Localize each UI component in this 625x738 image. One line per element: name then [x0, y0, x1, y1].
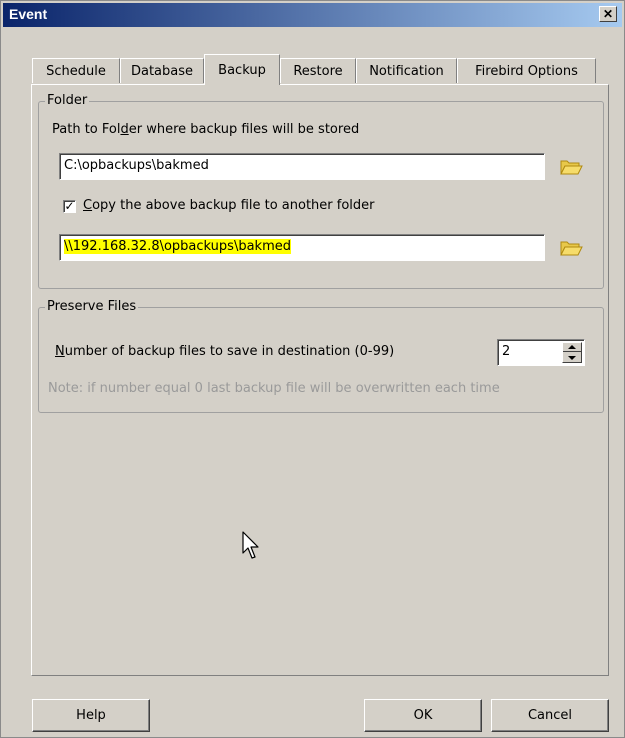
close-button[interactable]: ✕	[599, 6, 617, 22]
arrow-down-icon	[568, 355, 576, 360]
tab-schedule[interactable]: Schedule	[32, 58, 120, 83]
tab-notification[interactable]: Notification	[356, 58, 457, 83]
copy-path-input[interactable]: \\192.168.32.8\opbackups\bakmed	[59, 234, 545, 261]
tab-label: Restore	[293, 63, 343, 79]
folder-group-legend: Folder	[45, 93, 90, 108]
help-button[interactable]: Help	[32, 699, 150, 732]
tab-label: Backup	[218, 62, 266, 78]
close-icon: ✕	[602, 7, 614, 21]
spin-up-button[interactable]	[563, 343, 581, 352]
copy-path-value: \\192.168.32.8\opbackups\bakmed	[64, 239, 291, 254]
cancel-button-label: Cancel	[527, 708, 573, 723]
backup-count-value: 2	[502, 344, 511, 359]
window-title: Event	[9, 6, 48, 22]
tab-label: Notification	[369, 63, 444, 79]
copy-checkbox-label[interactable]: Copy the above backup file to another fo…	[83, 198, 375, 213]
spinner-buttons	[562, 342, 582, 363]
title-bar[interactable]: Event ✕	[3, 3, 622, 27]
folder-open-icon[interactable]	[559, 238, 583, 258]
ok-button[interactable]: OK	[364, 699, 482, 732]
backup-path-input[interactable]: C:\opbackups\bakmed	[59, 153, 545, 180]
cancel-button[interactable]: Cancel	[491, 699, 609, 732]
copy-checkbox[interactable]: ✓	[63, 200, 76, 213]
preserve-files-legend: Preserve Files	[45, 299, 139, 314]
tab-firebird-options[interactable]: Firebird Options	[457, 58, 596, 83]
tab-label: Schedule	[46, 63, 106, 79]
help-button-label: Help	[76, 708, 106, 723]
event-dialog: Event ✕ Schedule Database Backup Restore…	[0, 0, 625, 738]
note-text: Note: if number equal 0 last backup file…	[48, 381, 500, 396]
preserve-files-group: Preserve Files Number of backup files to…	[38, 299, 604, 413]
backup-count-spinner[interactable]: 2	[497, 339, 585, 366]
spin-down-button[interactable]	[563, 353, 581, 362]
mouse-cursor-icon	[242, 531, 259, 559]
tab-backup[interactable]: Backup	[204, 54, 280, 85]
tab-label: Firebird Options	[475, 63, 578, 79]
ok-button-label: OK	[413, 708, 433, 723]
tab-label: Database	[130, 63, 194, 79]
backup-count-label: Number of backup files to save in destin…	[55, 344, 395, 359]
tab-database[interactable]: Database	[120, 58, 204, 83]
arrow-up-icon	[568, 345, 576, 349]
folder-group: Folder Path to Folder where backup files…	[38, 93, 604, 289]
backup-tab-panel: Folder Path to Folder where backup files…	[31, 84, 609, 676]
tab-restore[interactable]: Restore	[280, 58, 356, 83]
backup-path-value: C:\opbackups\bakmed	[64, 158, 209, 173]
folder-open-icon[interactable]	[559, 157, 583, 177]
path-label: Path to Folder where backup files will b…	[52, 122, 360, 137]
